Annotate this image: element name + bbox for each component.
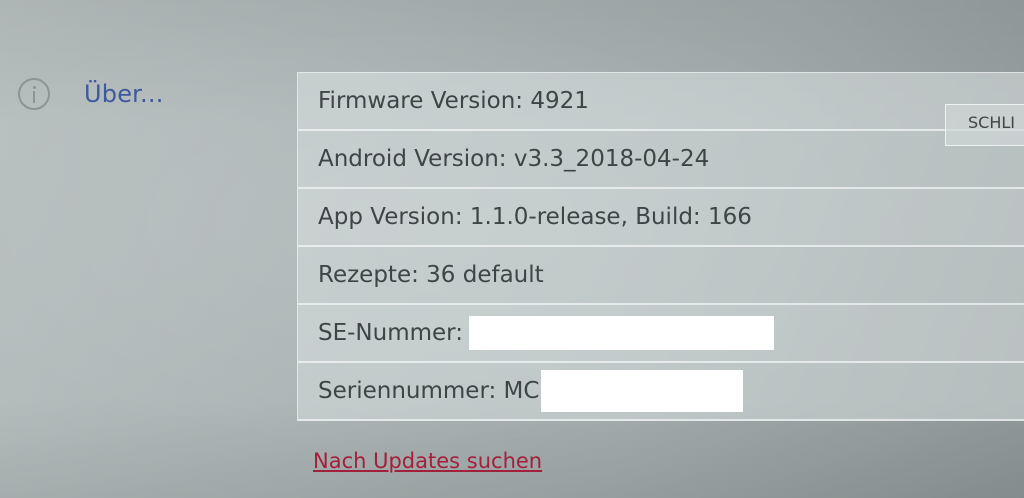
serial-number-redaction [541, 370, 744, 412]
close-button[interactable]: SCHLI [945, 104, 1024, 146]
app-version-row: App Version: 1.1.0-release, Build: 166 [298, 189, 1024, 247]
se-number-label: SE-Nummer: [318, 320, 463, 346]
recipes-row: Rezepte: 36 default [298, 247, 1024, 305]
info-icon [18, 78, 50, 110]
recipes-text: Rezepte: 36 default [318, 262, 544, 288]
android-version-row: Android Version: v3.3_2018-04-24 [298, 131, 1024, 189]
firmware-version-text: Firmware Version: 4921 [318, 88, 589, 114]
serial-number-row: Seriennummer: MC [298, 363, 1024, 421]
firmware-version-row: Firmware Version: 4921 [298, 73, 1024, 131]
check-updates-link[interactable]: Nach Updates suchen [313, 449, 542, 473]
android-version-text: Android Version: v3.3_2018-04-24 [318, 146, 710, 172]
app-version-text: App Version: 1.1.0-release, Build: 166 [318, 204, 752, 230]
serial-number-label: Seriennummer: MC [318, 378, 540, 404]
se-number-row: SE-Nummer: [298, 305, 1024, 363]
se-number-redaction [468, 316, 774, 350]
about-nav-item[interactable]: Über... [18, 78, 164, 110]
device-info-panel: Firmware Version: 4921 Android Version: … [297, 72, 1024, 421]
about-label: Über... [84, 80, 164, 108]
